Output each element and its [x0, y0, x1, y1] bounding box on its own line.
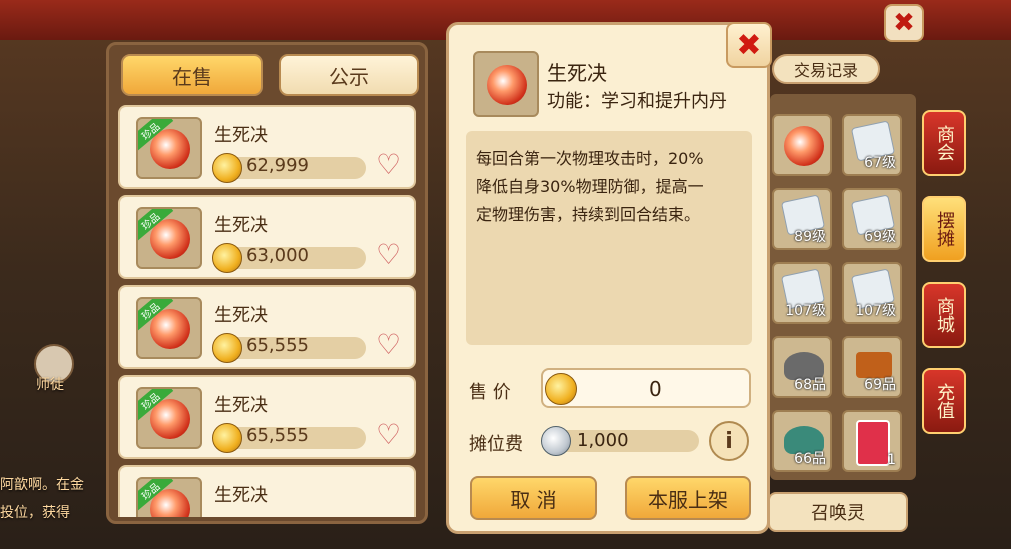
item-icon: 珍品: [136, 387, 202, 449]
item-icon: 珍品: [136, 297, 202, 359]
bg-chat-line-2: 投位，获得: [0, 505, 70, 521]
gold-coin-icon: [212, 333, 242, 363]
gold-coin-icon: [545, 373, 577, 405]
cell-level: 89级: [794, 229, 826, 245]
orb-icon: [487, 65, 527, 105]
side-tab-chamber[interactable]: 商会: [922, 110, 966, 176]
bg-label-master: 师徒: [36, 377, 64, 393]
tab-public[interactable]: 公示: [279, 54, 419, 96]
bg-chat-line-1: 阿歆啊。在金: [0, 477, 84, 493]
detail-item-name: 生死决: [547, 61, 607, 85]
cell-grade: 69品: [864, 377, 896, 393]
trade-records-button[interactable]: 交易记录: [772, 54, 880, 84]
inventory-cell[interactable]: 66品: [772, 410, 832, 472]
cell-grade: 66品: [794, 451, 826, 467]
cancel-button[interactable]: 取 消: [470, 476, 597, 520]
window-close-button[interactable]: ✖: [884, 4, 924, 42]
silver-coin-icon: [541, 426, 571, 456]
item-icon: 珍品: [136, 117, 202, 179]
cell-count: 1: [887, 452, 896, 468]
inventory-cell[interactable]: 89级: [772, 188, 832, 250]
item-price: 65,555: [246, 335, 309, 356]
inventory-cell[interactable]: 67级: [842, 114, 902, 176]
price-label: 售 价: [469, 382, 511, 403]
item-name: 生死决: [214, 305, 268, 326]
inventory-cell[interactable]: 68品: [772, 336, 832, 398]
cell-level: 67级: [864, 155, 896, 171]
side-tab-recharge[interactable]: 充值: [922, 368, 966, 434]
list-item[interactable]: 珍品 生死决 63,000 ♡: [118, 195, 416, 279]
item-name: 生死决: [214, 395, 268, 416]
summon-spirit-button[interactable]: 召唤灵: [768, 492, 908, 532]
item-name: 生死决: [214, 485, 268, 506]
stall-fee-label: 摊位费: [469, 434, 523, 455]
favorite-heart-icon[interactable]: ♡: [376, 151, 401, 179]
item-icon: 珍品: [136, 207, 202, 269]
detail-description: 每回合第一次物理攻击时，20% 降低自身30%物理防御，提高一 定物理伤害，持续…: [466, 131, 752, 345]
description-line: 降低自身30%物理防御，提高一: [476, 177, 704, 196]
item-price: 65,555: [246, 425, 309, 446]
list-item[interactable]: 珍品 生死决 65,555 ♡: [118, 285, 416, 369]
listing-panel: 在售 公示 珍品 生死决 62,999 ♡ 珍品 生死决 63,000 ♡ 珍品…: [106, 42, 428, 524]
list-on-server-button[interactable]: 本服上架: [625, 476, 751, 520]
listing-list[interactable]: 珍品 生死决 62,999 ♡ 珍品 生死决 63,000 ♡ 珍品 生死决 6…: [118, 105, 416, 517]
cell-level: 107级: [855, 303, 896, 319]
item-name: 生死决: [214, 215, 268, 236]
gold-coin-icon: [212, 153, 242, 183]
orb-icon: [784, 126, 824, 166]
tab-on-sale[interactable]: 在售: [121, 54, 263, 96]
side-tab-stall[interactable]: 摆摊: [922, 196, 966, 262]
detail-item-function: 功能：学习和提升内丹: [547, 91, 727, 112]
cell-level: 107级: [785, 303, 826, 319]
inventory-cell[interactable]: [772, 114, 832, 176]
card-icon: [856, 420, 890, 466]
item-price: 62,999: [246, 155, 309, 176]
description-line: 每回合第一次物理攻击时，20%: [476, 149, 704, 168]
description-line: 定物理伤害，持续到回合结束。: [476, 205, 701, 224]
cell-level: 69级: [864, 229, 896, 245]
item-icon: 珍品: [136, 477, 202, 517]
info-button[interactable]: i: [709, 421, 749, 461]
item-name: 生死决: [214, 125, 268, 146]
inventory-cell[interactable]: 1: [842, 410, 902, 472]
gold-coin-icon: [212, 423, 242, 453]
gold-coin-icon: [212, 243, 242, 273]
inventory-cell[interactable]: 107级: [772, 262, 832, 324]
favorite-heart-icon[interactable]: ♡: [376, 421, 401, 449]
item-icon: [473, 51, 539, 117]
inventory-cell[interactable]: 107级: [842, 262, 902, 324]
price-input-value: 0: [649, 377, 662, 401]
inventory-cell[interactable]: 69品: [842, 336, 902, 398]
item-price: 63,000: [246, 245, 309, 266]
detail-close-button[interactable]: ✖: [726, 22, 772, 68]
list-item[interactable]: 珍品 生死决: [118, 465, 416, 517]
side-tab-mall[interactable]: 商城: [922, 282, 966, 348]
favorite-heart-icon[interactable]: ♡: [376, 241, 401, 269]
stall-fee-value: 1,000: [577, 430, 629, 451]
favorite-heart-icon[interactable]: ♡: [376, 331, 401, 359]
item-detail-panel: 生死决 功能：学习和提升内丹 每回合第一次物理攻击时，20% 降低自身30%物理…: [446, 22, 770, 534]
inventory-cell[interactable]: 69级: [842, 188, 902, 250]
list-item[interactable]: 珍品 生死决 62,999 ♡: [118, 105, 416, 189]
cell-grade: 68品: [794, 377, 826, 393]
list-item[interactable]: 珍品 生死决 65,555 ♡: [118, 375, 416, 459]
